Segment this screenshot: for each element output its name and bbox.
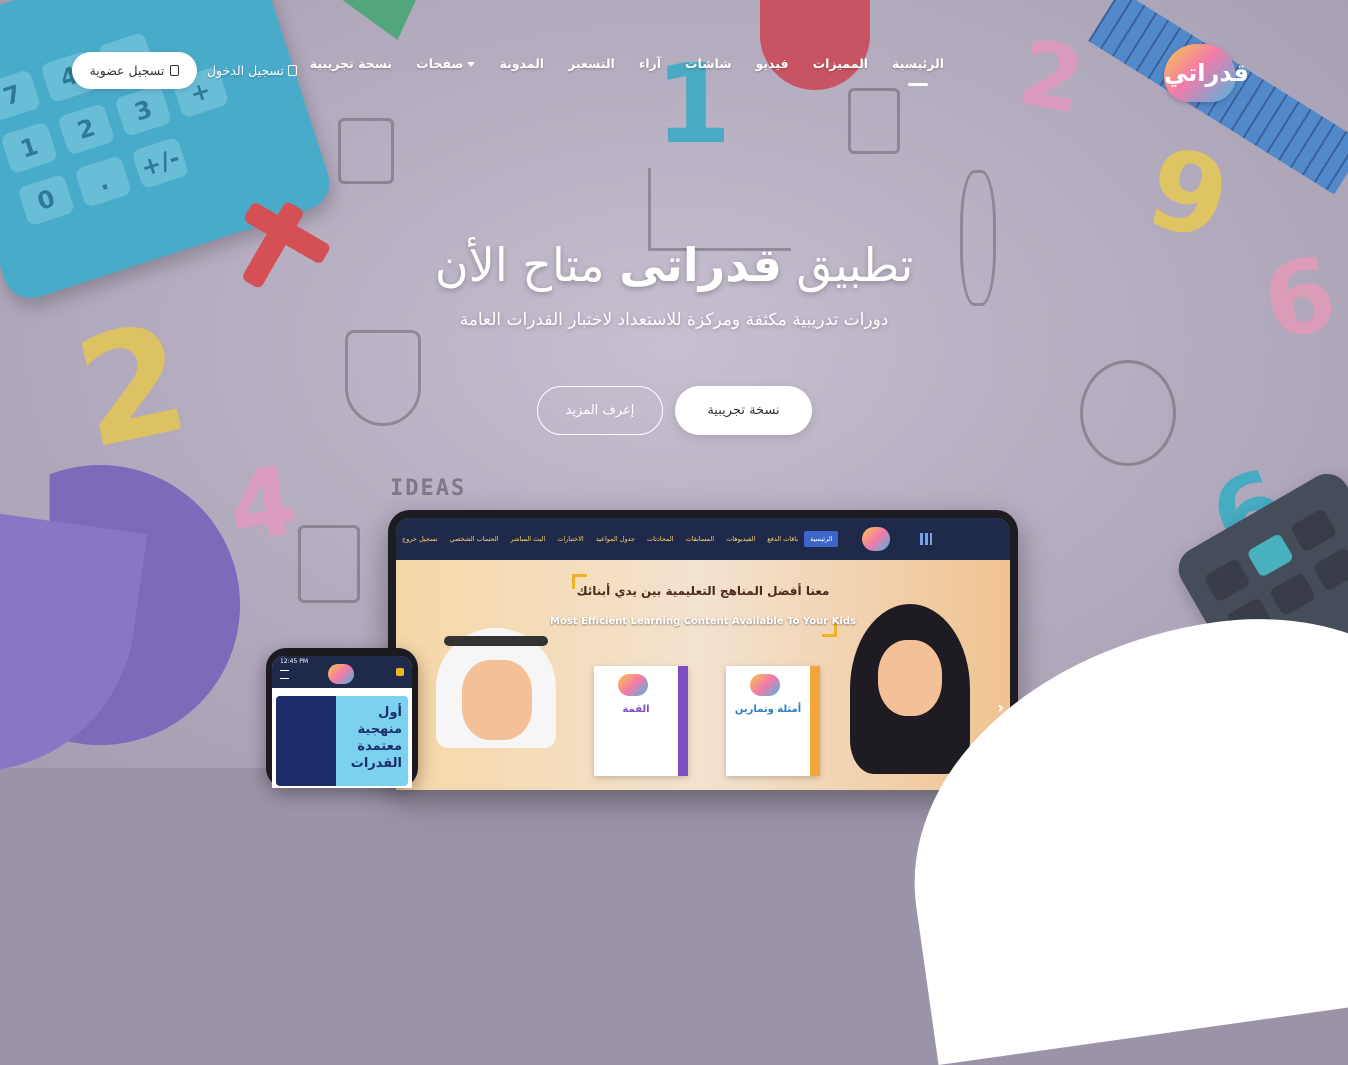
tablet-nav-item: المحادثات (647, 535, 674, 543)
login-label: تسجيل الدخول (207, 63, 285, 78)
hero-subtitle: دورات تدريبية مكثفة ومركزة للاستعداد لاخ… (459, 310, 889, 330)
hero-title-brand: قدراتى (619, 238, 782, 292)
phone-logo (328, 664, 354, 684)
girl-illustration (850, 604, 970, 784)
tablet-mockup: الرئيسية باقات الدفع الفيديوهات المسابقا… (388, 510, 1018, 790)
nav-item-screens[interactable]: شاشات (673, 56, 744, 71)
learn-more-button[interactable]: إعرف المزيد (537, 386, 663, 435)
main-nav: الرئيسية المميزات فيديو شاشات آراء التسع… (298, 56, 956, 71)
nav-item-home[interactable]: الرئيسية (880, 56, 956, 71)
tablet-nav-item: البث المباشر (510, 535, 546, 543)
phone-banner: أول منهجية معتمدة القدرات (276, 696, 408, 786)
cart-icon (396, 668, 404, 676)
nav-item-features[interactable]: المميزات (801, 56, 880, 71)
logo-text: قدراتي (1164, 59, 1249, 87)
grid-icon (920, 533, 933, 545)
login-link[interactable]: تسجيل الدخول (207, 63, 298, 78)
tablet-nav-item: الفيديوهات (726, 535, 756, 543)
hero-title-suffix: متاح الأن (434, 238, 605, 292)
trial-button[interactable]: نسخة تجريبية (675, 386, 812, 435)
tablet-logo (862, 527, 891, 551)
tablet-screen: الرئيسية باقات الدفع الفيديوهات المسابقا… (396, 518, 1010, 790)
tablet-nav-item: الاختبارات (557, 535, 584, 543)
nav-item-blog[interactable]: المدونة (487, 56, 556, 71)
user-icon (170, 65, 180, 76)
tablet-nav-item: تسجيل خروج (402, 535, 438, 543)
nav-item-pages-label: صفحات (416, 56, 464, 71)
nav-item-pages[interactable]: صفحات (404, 56, 487, 71)
phone-header: 12:45 PM (272, 656, 412, 688)
book-title: القمة (622, 704, 650, 715)
hero-cta-group: إعرف المزيد نسخة تجريبية (537, 386, 812, 435)
book-cover: القمة (594, 666, 688, 776)
menu-icon (280, 670, 289, 679)
hero-title: تطبيق قدراتى متاح الأن (0, 238, 1348, 292)
register-label: تسجيل عضوية (89, 63, 165, 78)
auth-area: تسجيل عضوية تسجيل الدخول (72, 52, 298, 89)
tablet-nav-item: الحساب الشخصي (449, 535, 499, 543)
tablet-nav: الرئيسية باقات الدفع الفيديوهات المسابقا… (396, 518, 1010, 560)
phone-banner-text: أول منهجية معتمدة القدرات (350, 705, 402, 771)
tablet-nav-item: جدول المواعيد (595, 535, 636, 543)
tablet-nav-item: باقات الدفع (767, 535, 799, 543)
phone-mockup: 12:45 PM أول منهجية معتمدة القدرات (266, 648, 418, 788)
boy-illustration (436, 628, 556, 788)
register-button[interactable]: تسجيل عضوية (72, 52, 197, 89)
phone-status-time: 12:45 PM (280, 658, 308, 665)
chevron-down-icon (467, 62, 476, 67)
login-icon (288, 65, 298, 76)
book-title: أمثلة وتمارين (734, 704, 802, 715)
tablet-nav-item: الرئيسية (804, 531, 839, 547)
space-illustration (276, 696, 336, 786)
book-cover: أمثلة وتمارين (726, 666, 820, 776)
nav-item-video[interactable]: فيديو (744, 56, 801, 71)
nav-item-trial[interactable]: نسخة تجريبية (298, 56, 404, 71)
tablet-nav-item: المسابقات (685, 535, 715, 543)
hero-title-prefix: تطبيق (796, 238, 914, 292)
brand-logo[interactable]: قدراتي (1164, 44, 1249, 102)
tablet-headline-ar: معنا أفضل المناهج التعليمية بين يدي أبنا… (576, 584, 830, 598)
phone-screen: 12:45 PM أول منهجية معتمدة القدرات (272, 656, 412, 788)
nav-item-reviews[interactable]: آراء (627, 56, 673, 71)
nav-item-pricing[interactable]: التسعير (556, 56, 627, 71)
